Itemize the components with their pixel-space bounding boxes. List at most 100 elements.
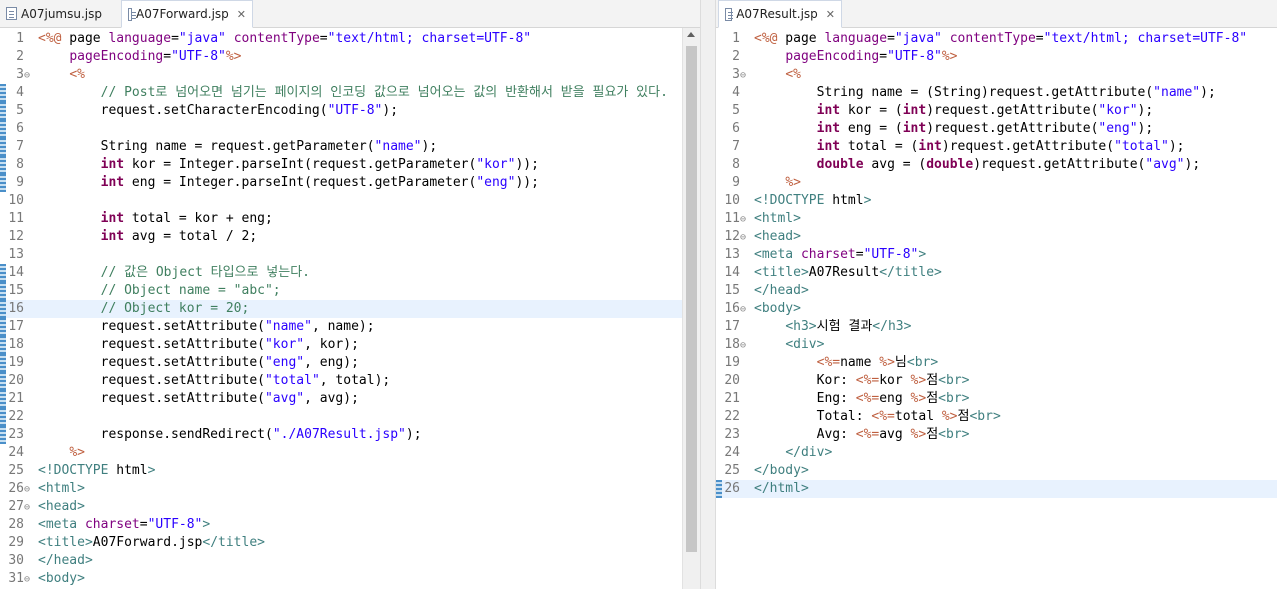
code-line[interactable]: 23 response.sendRedirect("./A07Result.js… (6, 426, 700, 444)
code-line[interactable]: 7 int total = (int)request.getAttribute(… (722, 138, 1277, 156)
code-line[interactable]: 18⊖ <div> (722, 336, 1277, 354)
tab-a07result[interactable]: A07Result.jsp ✕ (718, 0, 842, 28)
code-line[interactable]: 31⊖ <body> (6, 570, 700, 588)
fold-toggle-icon[interactable]: ⊖ (740, 337, 754, 355)
code-line[interactable]: 13 <meta charset="UTF-8"> (722, 246, 1277, 264)
code-line[interactable]: 17 request.setAttribute("name", name); (6, 318, 700, 336)
code-text[interactable]: String name = (String)request.getAttribu… (754, 85, 1216, 100)
code-line[interactable]: 16⊖ <body> (722, 300, 1277, 318)
code-text[interactable]: int kor = (int)request.getAttribute("kor… (754, 103, 1154, 118)
code-line[interactable]: 15 // Object name = "abc"; (6, 282, 700, 300)
code-line[interactable]: 1 <%@ page language="java" contentType="t… (6, 30, 700, 48)
code-line[interactable]: 6 (6, 120, 700, 138)
code-line[interactable]: 12 int avg = total / 2; (6, 228, 700, 246)
code-text[interactable]: request.setCharacterEncoding("UTF-8"); (38, 103, 398, 118)
scroll-thumb[interactable] (686, 46, 697, 552)
code-area[interactable]: 1 <%@ page language="java" contentType="t… (0, 28, 700, 589)
code-text[interactable]: <h3>시험 결과</h3> (754, 319, 911, 334)
close-icon[interactable]: ✕ (826, 8, 835, 21)
code-line[interactable]: 18 request.setAttribute("kor", kor); (6, 336, 700, 354)
code-text[interactable]: </div> (754, 445, 832, 460)
code-text[interactable]: request.setAttribute("name", name); (38, 319, 375, 334)
code-text[interactable]: int kor = Integer.parseInt(request.getPa… (38, 157, 539, 172)
code-text[interactable]: Eng: <%=eng %>점<br> (754, 391, 970, 406)
code-line[interactable]: 27⊖ <head> (6, 498, 700, 516)
code-text[interactable]: <head> (38, 499, 85, 514)
code-line[interactable]: 22 (6, 408, 700, 426)
code-line[interactable]: 2 pageEncoding="UTF-8"%> (6, 48, 700, 66)
fold-toggle-icon[interactable]: ⊖ (24, 499, 38, 517)
fold-toggle-icon[interactable]: ⊖ (740, 211, 754, 229)
tab-a07jumsu[interactable]: A07jumsu.jsp (0, 0, 118, 27)
fold-toggle-icon[interactable]: ⊖ (740, 229, 754, 247)
code-line[interactable]: 19 request.setAttribute("eng", eng); (6, 354, 700, 372)
code-text[interactable]: // Object kor = 20; (38, 301, 250, 316)
code-line[interactable]: 8 int kor = Integer.parseInt(request.get… (6, 156, 700, 174)
code-line[interactable]: 19 <%=name %>님<br> (722, 354, 1277, 372)
code-text[interactable]: response.sendRedirect("./A07Result.jsp")… (38, 427, 422, 442)
code-text[interactable]: </head> (754, 283, 809, 298)
code-text[interactable]: <head> (754, 229, 801, 244)
code-text[interactable]: Total: <%=total %>점<br> (754, 409, 1001, 424)
code-text[interactable]: </html> (754, 481, 809, 496)
code-text[interactable]: %> (38, 445, 85, 460)
code-text[interactable]: <title>A07Result</title> (754, 265, 942, 280)
code-line[interactable]: 10 (6, 192, 700, 210)
code-text[interactable]: <body> (754, 301, 801, 316)
code-text[interactable]: // Object name = "abc"; (38, 283, 281, 298)
close-icon[interactable]: ✕ (237, 8, 246, 21)
code-line[interactable]: 5 request.setCharacterEncoding("UTF-8"); (6, 102, 700, 120)
code-text[interactable]: </head> (38, 553, 93, 568)
code-text[interactable]: <title>A07Forward.jsp</title> (38, 535, 265, 550)
code-text[interactable]: int total = kor + eng; (38, 211, 273, 226)
code-line[interactable]: 11⊖ <html> (722, 210, 1277, 228)
code-line[interactable]: 15 </head> (722, 282, 1277, 300)
code-line[interactable]: 16 // Object kor = 20; (6, 300, 700, 318)
code-line[interactable]: 1 <%@ page language="java" contentType="t… (722, 30, 1277, 48)
fold-toggle-icon[interactable]: ⊖ (740, 301, 754, 319)
code-line[interactable]: 10 <!DOCTYPE html> (722, 192, 1277, 210)
code-line[interactable]: 26⊖ <html> (6, 480, 700, 498)
code-text[interactable]: %> (754, 175, 801, 190)
code-text[interactable]: <body> (38, 571, 85, 586)
code-line[interactable]: 4 String name = (String)request.getAttri… (722, 84, 1277, 102)
code-line[interactable]: 21 request.setAttribute("avg", avg); (6, 390, 700, 408)
code-line[interactable]: 25 <!DOCTYPE html> (6, 462, 700, 480)
code-line[interactable]: 17 <h3>시험 결과</h3> (722, 318, 1277, 336)
code-area[interactable]: 1 <%@ page language="java" contentType="t… (716, 28, 1277, 589)
tab-a07forward[interactable]: A07Forward.jsp ✕ (121, 0, 253, 28)
code-text[interactable]: pageEncoding="UTF-8"%> (38, 49, 241, 64)
fold-toggle-icon[interactable]: ⊖ (24, 67, 38, 85)
code-text[interactable]: pageEncoding="UTF-8"%> (754, 49, 957, 64)
code-line[interactable]: 9 int eng = Integer.parseInt(request.get… (6, 174, 700, 192)
code-line[interactable]: 6 int eng = (int)request.getAttribute("e… (722, 120, 1277, 138)
code-text[interactable]: <%@ page language="java" contentType="te… (38, 31, 531, 46)
code-line[interactable]: 5 int kor = (int)request.getAttribute("k… (722, 102, 1277, 120)
fold-toggle-icon[interactable]: ⊖ (740, 67, 754, 85)
code-text[interactable]: Kor: <%=kor %>점<br> (754, 373, 970, 388)
code-line[interactable]: 25 </body> (722, 462, 1277, 480)
code-text[interactable]: <%=name %>님<br> (754, 355, 939, 370)
code-text[interactable]: int eng = (int)request.getAttribute("eng… (754, 121, 1154, 136)
code-text[interactable]: <!DOCTYPE html> (38, 463, 155, 478)
code-text[interactable]: <meta charset="UTF-8"> (754, 247, 926, 262)
code-line[interactable]: 9 %> (722, 174, 1277, 192)
code-text[interactable]: <% (38, 67, 85, 82)
code-line[interactable]: 3⊖ <% (722, 66, 1277, 84)
code-text[interactable]: <html> (754, 211, 801, 226)
code-text[interactable]: request.setAttribute("avg", avg); (38, 391, 359, 406)
code-text[interactable]: int avg = total / 2; (38, 229, 258, 244)
code-line[interactable]: 11 int total = kor + eng; (6, 210, 700, 228)
code-line[interactable]: 7 String name = request.getParameter("na… (6, 138, 700, 156)
code-line[interactable]: 4 // Post로 넘어오면 넘기는 페이지의 인코딩 값으로 넘어오는 값의… (6, 84, 700, 102)
editor-right[interactable]: A07Result.jsp ✕ 1 <%@ page language="java… (716, 0, 1277, 589)
vertical-scrollbar[interactable] (682, 28, 700, 589)
code-line[interactable]: 22 Total: <%=total %>점<br> (722, 408, 1277, 426)
code-line[interactable]: 12⊖ <head> (722, 228, 1277, 246)
code-line[interactable]: 30 </head> (6, 552, 700, 570)
code-text[interactable]: request.setAttribute("total", total); (38, 373, 391, 388)
code-text[interactable]: <!DOCTYPE html> (754, 193, 871, 208)
code-text[interactable]: request.setAttribute("kor", kor); (38, 337, 359, 352)
code-line[interactable]: 21 Eng: <%=eng %>점<br> (722, 390, 1277, 408)
code-line[interactable]: 3⊖ <% (6, 66, 700, 84)
